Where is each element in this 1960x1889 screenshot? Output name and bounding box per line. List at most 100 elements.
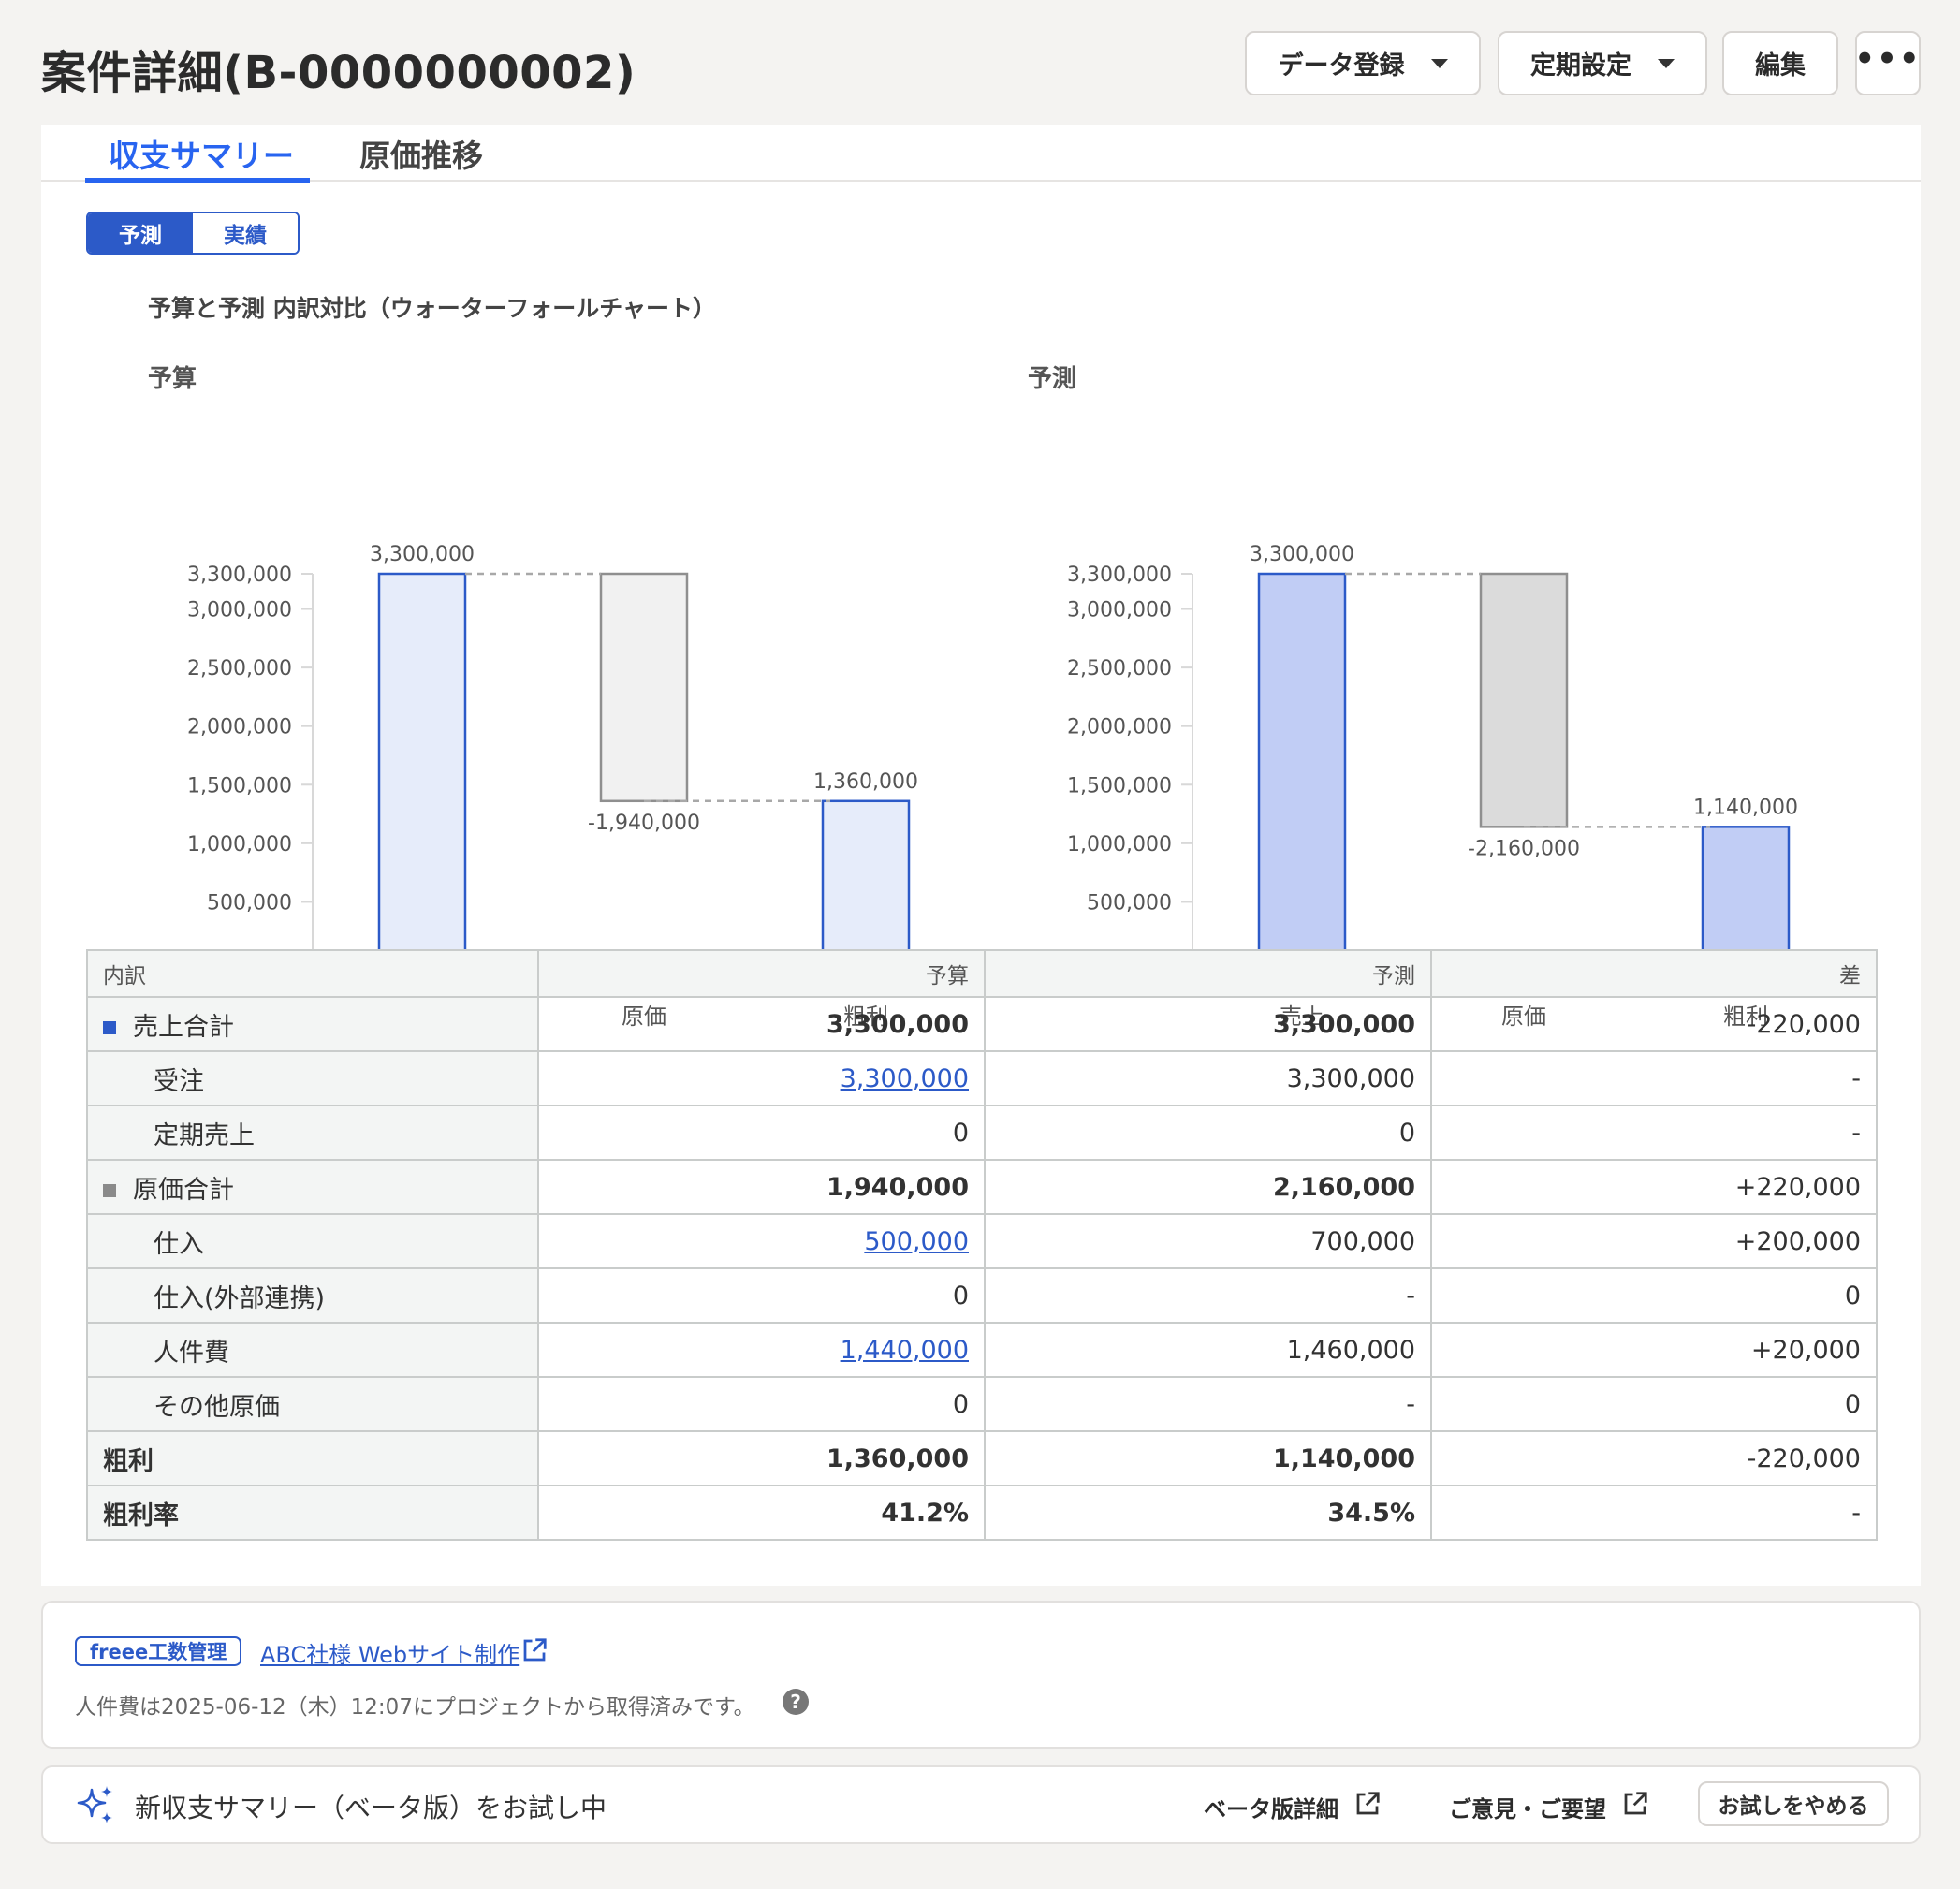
forecast-chart-title: 予測 <box>1028 365 1077 393</box>
toggle-actual[interactable]: 実績 <box>193 213 298 253</box>
stop-trial-button[interactable]: お試しをやめる <box>1698 1781 1889 1826</box>
budget-cell: 1,940,000 <box>537 1159 986 1215</box>
budget-chart-title: 予算 <box>148 365 197 393</box>
data-label: 3,300,000 <box>1250 543 1354 566</box>
more-options-button[interactable]: ••• <box>1854 31 1922 95</box>
diff-cell: - <box>1430 1485 1878 1541</box>
row-label: 粗利率 <box>86 1485 539 1541</box>
toggle-forecast[interactable]: 予測 <box>88 213 193 253</box>
table-row-revenue-total: 売上合計 3,300,000 3,300,000 -220,000 <box>86 996 1878 1052</box>
row-label: 仕入(外部連携) <box>86 1267 539 1324</box>
budget-cell: 500,000 <box>537 1213 986 1269</box>
edit-label: 編集 <box>1755 51 1806 81</box>
revenue-square-icon <box>103 1020 116 1034</box>
budget-cell: 3,300,000 <box>537 996 986 1052</box>
forecast-cell: 3,300,000 <box>984 1050 1432 1106</box>
y-tick-label: 3,300,000 <box>1067 564 1172 587</box>
beta-details-link[interactable]: ベータ版詳細 <box>1204 1791 1338 1823</box>
y-tick-label: 2,000,000 <box>1067 716 1172 739</box>
budget-cell: 41.2% <box>537 1485 986 1541</box>
y-tick-label: 1,500,000 <box>187 774 292 798</box>
data-label: -1,940,000 <box>588 812 700 835</box>
y-tick-label: 2,500,000 <box>187 657 292 681</box>
budget-cell: 0 <box>537 1376 986 1432</box>
diff-cell: - <box>1430 1050 1878 1106</box>
col-header-forecast: 予測 <box>984 949 1432 998</box>
data-register-button[interactable]: データ登録 <box>1245 31 1481 95</box>
more-dots-icon: ••• <box>1854 39 1922 78</box>
help-icon[interactable]: ? <box>783 1689 809 1715</box>
row-label-cell: 原価合計 <box>86 1159 539 1215</box>
diff-cell: - <box>1430 1105 1878 1161</box>
tab-cost-trend[interactable]: 原価推移 <box>359 131 483 176</box>
diff-cell: 0 <box>1430 1376 1878 1432</box>
sparkle-icon <box>77 1786 112 1823</box>
forecast-waterfall-chart: 0500,0001,000,0001,500,0002,000,0002,500… <box>1067 543 1857 1030</box>
budget-labor-link[interactable]: 1,440,000 <box>841 1336 969 1365</box>
external-link-icon[interactable] <box>520 1636 549 1664</box>
project-link[interactable]: ABC社様 Webサイト制作 <box>260 1636 519 1669</box>
table-header-row: 内訳 予算 予測 差 <box>86 949 1878 998</box>
budget-cell: 0 <box>537 1267 986 1324</box>
budget-orders-link[interactable]: 3,300,000 <box>841 1064 969 1093</box>
table-row-orders: 受注 3,300,000 3,300,000 - <box>86 1050 1878 1106</box>
forecast-cell: 2,160,000 <box>984 1159 1432 1215</box>
active-tab-indicator <box>85 178 310 183</box>
table-row-cost-total: 原価合計 1,940,000 2,160,000 +220,000 <box>86 1159 1878 1215</box>
forecast-cell: 0 <box>984 1105 1432 1161</box>
diff-cell: -220,000 <box>1430 996 1878 1052</box>
table-row-external-purchases: 仕入(外部連携) 0 - 0 <box>86 1267 1878 1324</box>
diff-cell: +220,000 <box>1430 1159 1878 1215</box>
forecast-cell: 1,460,000 <box>984 1322 1432 1378</box>
revenue-bar <box>1257 572 1347 962</box>
row-label: その他原価 <box>86 1376 539 1432</box>
forecast-cell: 3,300,000 <box>984 996 1432 1052</box>
gross-profit-bar <box>821 799 911 962</box>
schedule-settings-button[interactable]: 定期設定 <box>1498 31 1707 95</box>
diff-cell: +20,000 <box>1430 1322 1878 1378</box>
y-tick-label: 500,000 <box>1087 891 1172 915</box>
col-header-item: 内訳 <box>86 949 539 998</box>
row-label: 仕入 <box>86 1213 539 1269</box>
external-link-icon[interactable] <box>1621 1790 1649 1818</box>
budget-cell: 0 <box>537 1105 986 1161</box>
forecast-actual-toggle: 予測 実績 <box>86 212 300 255</box>
y-tick-label: 1,000,000 <box>187 833 292 857</box>
beta-trial-text: 新収支サマリー（ベータ版）をお試し中 <box>135 1793 607 1823</box>
gross-profit-bar <box>1701 826 1791 962</box>
y-tick-label: 2,000,000 <box>187 716 292 739</box>
labor-fetch-note: 人件費は2025-06-12（木）12:07にプロジェクトから取得済みです。 <box>75 1695 755 1720</box>
beta-banner: 新収支サマリー（ベータ版）をお試し中 ベータ版詳細 ご意見・ご要望 お試しをやめ… <box>41 1765 1921 1844</box>
table-row-labor-cost: 人件費 1,440,000 1,460,000 +20,000 <box>86 1322 1878 1378</box>
row-label-cell: 売上合計 <box>86 996 539 1052</box>
summary-card: 収支サマリー 原価推移 予測 実績 予算と予測 内訳対比（ウォーターフォールチャ… <box>41 125 1921 1586</box>
table-row-purchases: 仕入 500,000 700,000 +200,000 <box>86 1213 1878 1269</box>
diff-cell: 0 <box>1430 1267 1878 1324</box>
external-link-icon[interactable] <box>1353 1790 1382 1818</box>
chevron-down-icon <box>1430 58 1448 68</box>
row-label: 売上合計 <box>133 1012 234 1042</box>
chevron-down-icon <box>1658 58 1675 68</box>
y-tick-label: 1,500,000 <box>1067 774 1172 798</box>
revenue-bar <box>377 572 467 962</box>
edit-button[interactable]: 編集 <box>1722 31 1838 95</box>
page-title: 案件詳細(B-0000000002) <box>41 47 636 99</box>
cost-bar <box>1479 572 1569 828</box>
labor-source-info: freee工数管理 ABC社様 Webサイト制作 人件費は2025-06-12（… <box>41 1601 1921 1749</box>
data-label: 1,360,000 <box>813 770 918 794</box>
row-label: 定期売上 <box>86 1105 539 1161</box>
y-tick-label: 3,300,000 <box>187 564 292 587</box>
schedule-settings-label: 定期設定 <box>1530 51 1631 81</box>
forecast-cell: 1,140,000 <box>984 1430 1432 1486</box>
tab-income-summary[interactable]: 収支サマリー <box>109 131 294 176</box>
chart-heading: 予算と予測 内訳対比（ウォーターフォールチャート） <box>148 295 716 322</box>
budget-cell: 1,360,000 <box>537 1430 986 1486</box>
tabs-divider <box>41 180 1921 182</box>
breakdown-table: 内訳 予算 予測 差 売上合計 3,300,000 3,300,000 -220… <box>86 949 1878 1541</box>
forecast-cell: - <box>984 1267 1432 1324</box>
feedback-link[interactable]: ご意見・ご要望 <box>1449 1791 1606 1823</box>
y-tick-label: 3,000,000 <box>187 599 292 622</box>
col-header-diff: 差 <box>1430 949 1878 998</box>
col-header-budget: 予算 <box>537 949 986 998</box>
budget-purchases-link[interactable]: 500,000 <box>864 1227 969 1256</box>
